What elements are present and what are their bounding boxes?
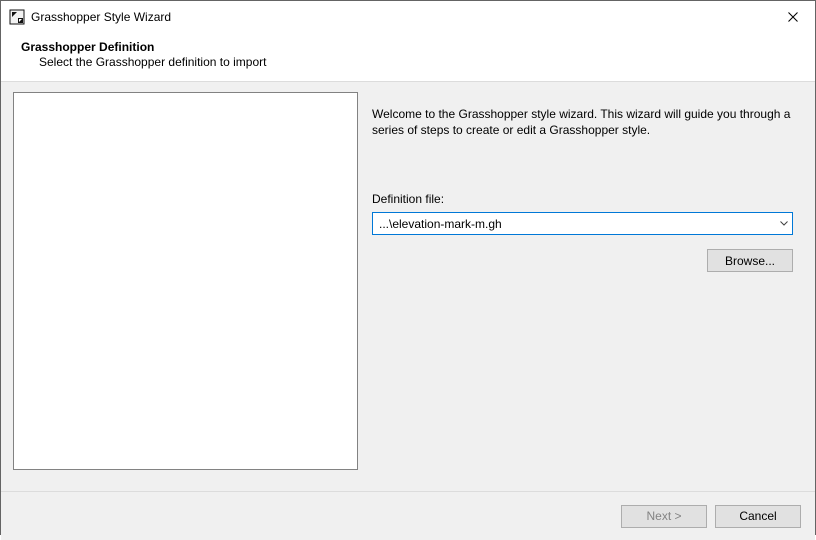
preview-panel: [13, 92, 358, 470]
window-title: Grasshopper Style Wizard: [31, 10, 770, 24]
definition-file-combobox[interactable]: [372, 212, 793, 235]
definition-file-input[interactable]: [373, 213, 775, 234]
titlebar: Grasshopper Style Wizard: [1, 1, 815, 32]
chevron-down-icon: [780, 221, 788, 226]
browse-button[interactable]: Browse...: [707, 249, 793, 272]
next-button: Next >: [621, 505, 707, 528]
wizard-footer: Next > Cancel: [1, 492, 815, 540]
intro-text: Welcome to the Grasshopper style wizard.…: [372, 106, 793, 138]
wizard-header: Grasshopper Definition Select the Grassh…: [1, 32, 815, 82]
content-area: Welcome to the Grasshopper style wizard.…: [1, 82, 815, 492]
combobox-dropdown-button[interactable]: [775, 213, 792, 234]
close-icon: [788, 12, 798, 22]
form-panel: Welcome to the Grasshopper style wizard.…: [372, 92, 803, 481]
close-button[interactable]: [770, 2, 815, 32]
app-icon: [9, 9, 25, 25]
page-subtitle: Select the Grasshopper definition to imp…: [21, 55, 805, 69]
definition-file-label: Definition file:: [372, 192, 793, 206]
cancel-button[interactable]: Cancel: [715, 505, 801, 528]
page-title: Grasshopper Definition: [21, 40, 805, 54]
